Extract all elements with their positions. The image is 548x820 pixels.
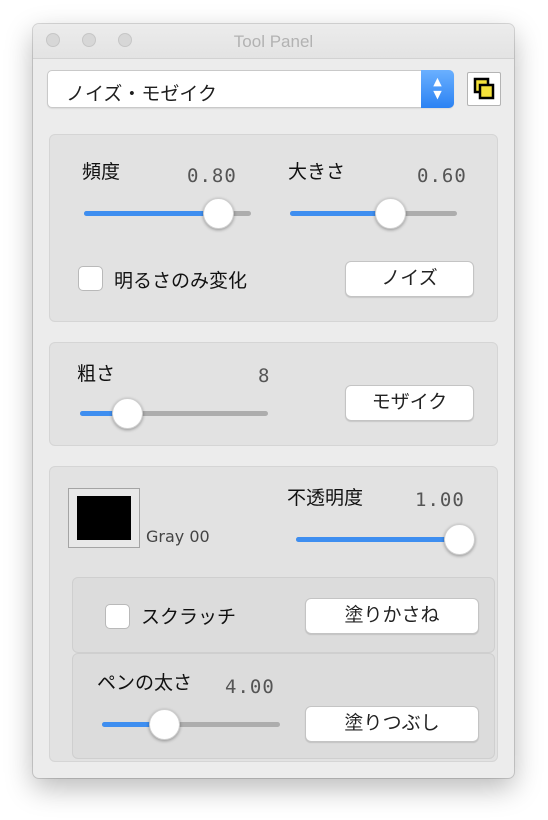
color-well[interactable] bbox=[68, 488, 140, 548]
title-bar[interactable]: Tool Panel bbox=[33, 24, 514, 59]
pen-width-label: ペンの太さ bbox=[97, 672, 193, 694]
size-label: 大きさ bbox=[288, 161, 346, 183]
noise-group: 頻度 0.80 大きさ 0.60 明るさのみ変化 ノイズ bbox=[49, 134, 498, 322]
brightness-only-checkbox[interactable] bbox=[78, 266, 103, 291]
pen-width-slider[interactable] bbox=[102, 709, 280, 740]
brightness-only-label: 明るさのみ変化 bbox=[114, 270, 248, 292]
noise-button[interactable]: ノイズ bbox=[345, 261, 474, 297]
tool-panel-window: Tool Panel ノイズ・モゼイク ▲ ▼ 頻度 0.80 大きさ 0.60 … bbox=[33, 24, 514, 778]
opacity-slider-knob[interactable] bbox=[444, 524, 475, 555]
overlay-paint-button[interactable]: 塗りかさね bbox=[305, 598, 479, 634]
size-slider-knob[interactable] bbox=[375, 198, 407, 229]
frequency-label: 頻度 bbox=[82, 161, 121, 183]
opacity-value: 1.00 bbox=[415, 489, 465, 511]
filter-select[interactable]: ノイズ・モゼイク ▲ ▼ bbox=[47, 70, 454, 108]
color-swatch bbox=[77, 496, 131, 540]
frequency-slider-knob[interactable] bbox=[202, 198, 234, 229]
size-value: 0.60 bbox=[417, 165, 467, 187]
paint-group: Gray 00 不透明度 1.00 スクラッチ 塗りかさね ペンの太さ 4.00… bbox=[49, 466, 498, 762]
scratch-label: スクラッチ bbox=[141, 606, 237, 628]
pen-group: ペンの太さ 4.00 塗りつぶし bbox=[72, 653, 495, 759]
size-slider[interactable] bbox=[290, 198, 457, 229]
opacity-label: 不透明度 bbox=[287, 487, 364, 509]
scratch-checkbox[interactable] bbox=[105, 604, 130, 629]
color-name: Gray 00 bbox=[146, 527, 210, 546]
layers-icon bbox=[473, 77, 495, 100]
scratch-group: スクラッチ 塗りかさね bbox=[72, 577, 495, 653]
frequency-value: 0.80 bbox=[187, 165, 237, 187]
select-stepper-icon[interactable]: ▲ ▼ bbox=[421, 70, 454, 108]
opacity-slider[interactable] bbox=[296, 524, 475, 555]
mosaic-button[interactable]: モザイク bbox=[345, 385, 474, 421]
mosaic-group: 粗さ 8 モザイク bbox=[49, 342, 498, 446]
swap-colors-button[interactable] bbox=[467, 72, 501, 106]
filter-select-value: ノイズ・モゼイク bbox=[66, 83, 218, 105]
coarseness-label: 粗さ bbox=[77, 363, 116, 385]
coarseness-value: 8 bbox=[258, 365, 271, 387]
fill-button[interactable]: 塗りつぶし bbox=[305, 706, 479, 742]
pen-width-value: 4.00 bbox=[225, 676, 275, 698]
coarseness-slider[interactable] bbox=[80, 398, 268, 429]
window-title: Tool Panel bbox=[233, 32, 314, 51]
pen-width-slider-knob[interactable] bbox=[149, 709, 181, 740]
coarseness-slider-knob[interactable] bbox=[112, 398, 143, 429]
frequency-slider[interactable] bbox=[84, 198, 251, 229]
